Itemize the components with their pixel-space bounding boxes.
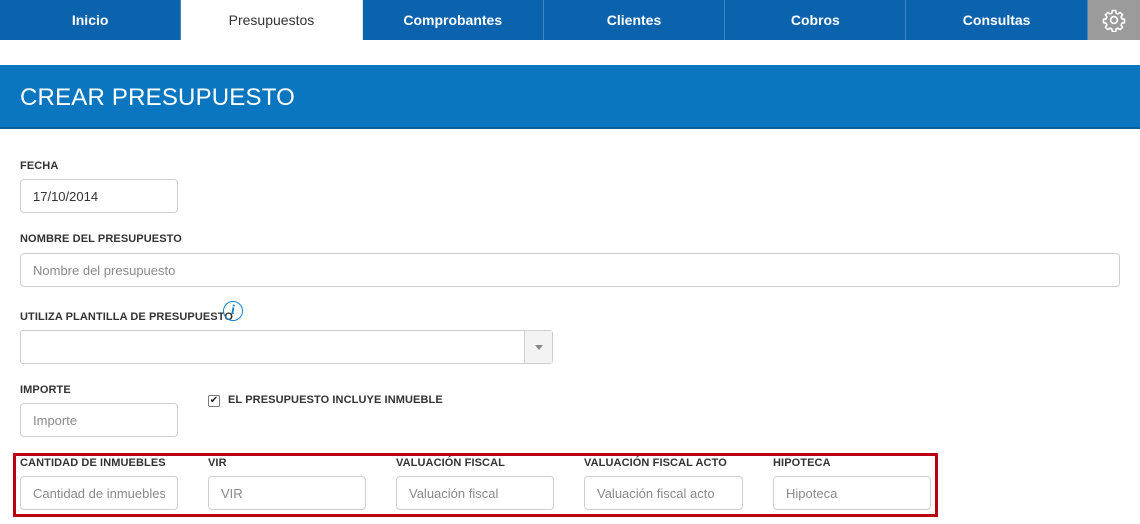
plantilla-label: UTILIZA PLANTILLA DE PRESUPUESTO [20,311,234,323]
hipoteca-input[interactable] [773,476,931,510]
vir-input[interactable] [208,476,366,510]
valuacion-fiscal-acto-label: VALUACIÓN FISCAL ACTO [584,457,727,469]
valuacion-fiscal-acto-input[interactable] [584,476,743,510]
page-header: CREAR PRESUPUESTO [0,65,1140,129]
checkmark-icon: ✔ [209,395,219,406]
importe-label: IMPORTE [20,384,71,396]
nombre-input[interactable] [20,253,1120,287]
info-icon[interactable]: i [223,301,243,321]
tab-comprobantes[interactable]: Comprobantes [363,0,544,40]
settings-button[interactable] [1087,0,1140,40]
tab-inicio[interactable]: Inicio [0,0,182,40]
tab-clientes[interactable]: Clientes [544,0,726,40]
valuacion-fiscal-input[interactable] [396,476,554,510]
valuacion-fiscal-label: VALUACIÓN FISCAL [396,457,505,469]
dropdown-arrow-icon[interactable] [524,331,552,363]
page-title: CREAR PRESUPUESTO [20,84,296,111]
top-nav: Inicio Presupuestos Comprobantes Cliente… [0,0,1140,40]
importe-input[interactable] [20,403,178,437]
tab-consultas[interactable]: Consultas [906,0,1088,40]
incluye-inmueble-checkbox[interactable]: ✔ [208,395,220,407]
fecha-input[interactable] [20,179,178,213]
fecha-label: FECHA [20,160,59,172]
cantidad-input[interactable] [20,476,178,510]
plantilla-select[interactable] [20,330,553,364]
nombre-label: NOMBRE DEL PRESUPUESTO [20,233,182,245]
cantidad-label: CANTIDAD DE INMUEBLES [20,457,166,469]
gear-icon [1102,9,1126,32]
vir-label: VIR [208,457,227,469]
tab-cobros[interactable]: Cobros [725,0,907,40]
hipoteca-label: HIPOTECA [773,457,831,469]
incluye-inmueble-label[interactable]: EL PRESUPUESTO INCLUYE INMUEBLE [228,394,443,406]
tab-presupuestos[interactable]: Presupuestos [181,0,363,40]
